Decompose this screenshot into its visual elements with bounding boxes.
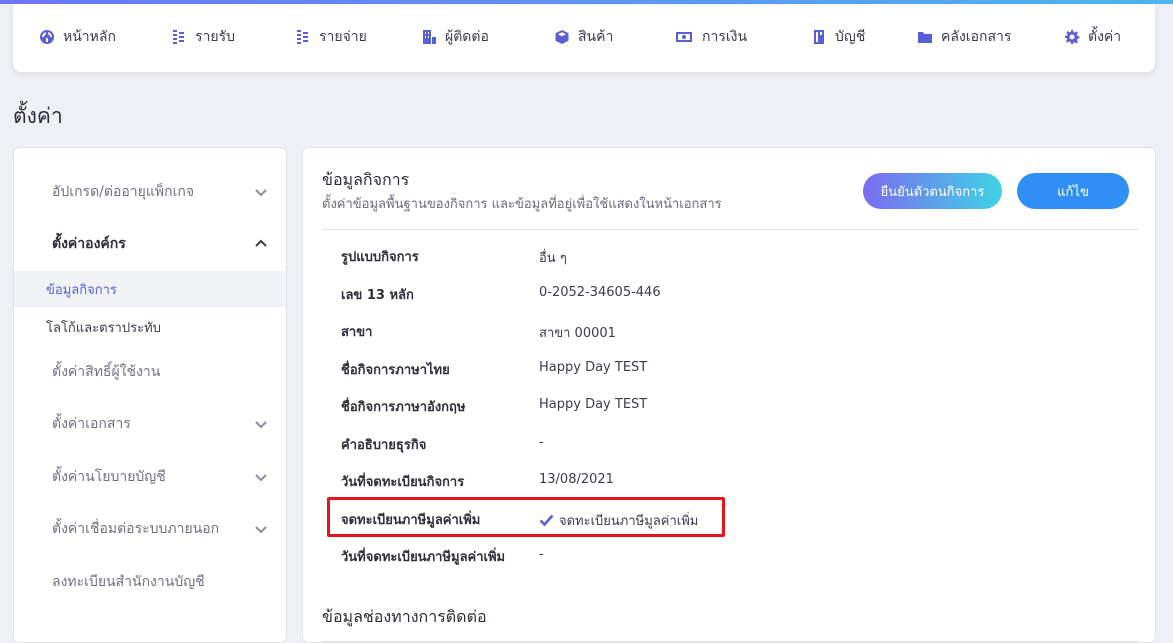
sidebar-group-label: ตั้งค่าสิทธิ์ผู้ใช้งาน: [52, 364, 161, 380]
chevron-down-icon: [255, 189, 267, 197]
nav-label-finance: การเงิน: [702, 29, 748, 45]
field-value-vat-registration-date: -: [539, 547, 544, 562]
folder-icon: [918, 32, 932, 43]
sidebar-group-label: ลงทะเบียนสำนักงานบัญชี: [52, 574, 205, 590]
field-label-vat-registration-date: วันที่จดทะเบียนภาษีมูลค่าเพิ่ม: [341, 550, 506, 565]
sidebar-group-label: อัปเกรด/ต่ออายุแพ็กเกจ: [52, 184, 195, 200]
nav-item-documents[interactable]: คลังเอกสาร: [917, 26, 1011, 48]
expense-coins-icon: [297, 30, 308, 44]
field-value-name-english: Happy Day TEST: [539, 397, 648, 412]
sidebar-group-label: ตั้งค่าองค์กร: [52, 236, 126, 252]
field-value-registration-date: 13/08/2021: [539, 472, 614, 487]
nav-item-finance[interactable]: การเงิน: [674, 26, 747, 48]
sidebar-group-label: ตั้งค่าเชื่อมต่อระบบภายนอก: [52, 521, 220, 537]
vat-status-text: จดทะเบียนภาษีมูลค่าเพิ่ม: [559, 514, 699, 529]
divider: [322, 229, 1138, 230]
field-value-vat-registered: จดทะเบียนภาษีมูลค่าเพิ่ม: [539, 510, 698, 531]
field-label-branch: สาขา: [341, 325, 373, 340]
nav-label-expense: รายจ่าย: [319, 29, 367, 45]
nav-item-contacts[interactable]: ผู้ติดต่อ: [421, 26, 489, 48]
field-label-registration-date: วันที่จดทะเบียนกิจการ: [341, 475, 465, 490]
nav-label-contacts: ผู้ติดต่อ: [445, 29, 489, 45]
field-value-name-thai: Happy Day TEST: [539, 360, 648, 375]
field-label-name-english: ชื่อกิจการภาษาอังกฤษ: [341, 400, 466, 415]
field-label-business-type: รูปแบบกิจการ: [341, 250, 419, 265]
sidebar-group-documents[interactable]: ตั้งค่าเอกสาร: [14, 409, 286, 439]
nav-label-accounting: บัญชี: [835, 29, 866, 45]
page-title: ตั้งค่า: [13, 104, 63, 128]
income-coins-icon: [173, 30, 184, 44]
chevron-down-icon: [255, 421, 267, 429]
divider: [322, 641, 1138, 642]
settings-sidebar: อัปเกรด/ต่ออายุแพ็กเกจ ตั้งค่าองค์กร ข้อ…: [13, 147, 287, 643]
nav-label-settings: ตั้งค่า: [1088, 29, 1122, 45]
gear-icon: [1065, 30, 1080, 44]
field-value-business-description: -: [539, 435, 544, 450]
chevron-down-icon: [255, 526, 267, 534]
sidebar-group-accounting-office[interactable]: ลงทะเบียนสำนักงานบัญชี: [14, 567, 286, 597]
sidebar-group-organization[interactable]: ตั้งค่าองค์กร: [14, 229, 286, 259]
sidebar-item-business-info[interactable]: ข้อมูลกิจการ: [14, 271, 286, 307]
money-icon: [676, 32, 692, 42]
checkmark-icon: [539, 514, 554, 527]
nav-item-settings[interactable]: ตั้งค่า: [1064, 26, 1121, 48]
main-navbar: หน้าหลัก รายรับ รายจ่าย ผู้ติดต่อ สินค้า…: [13, 4, 1155, 72]
sidebar-group-label: ตั้งค่านโยบายบัญชี: [52, 469, 166, 485]
sidebar-group-accounting-policy[interactable]: ตั้งค่านโยบายบัญชี: [14, 462, 286, 492]
box-icon: [555, 30, 569, 44]
sidebar-group-user-permissions[interactable]: ตั้งค่าสิทธิ์ผู้ใช้งาน: [14, 357, 286, 387]
field-label-vat-registered: จดทะเบียนภาษีมูลค่าเพิ่ม: [341, 513, 481, 528]
dashboard-icon: [40, 30, 54, 44]
nav-item-accounting[interactable]: บัญชี: [811, 26, 865, 48]
sidebar-item-logo-stamp[interactable]: โลโก้และตราประทับ: [14, 309, 286, 345]
nav-item-expense[interactable]: รายจ่าย: [295, 26, 367, 48]
sidebar-item-label: ข้อมูลกิจการ: [46, 282, 117, 298]
field-value-tax-id: 0-2052-34605-446: [539, 285, 661, 300]
nav-item-home[interactable]: หน้าหลัก: [39, 26, 116, 48]
nav-label-documents: คลังเอกสาร: [941, 29, 1012, 45]
nav-item-income[interactable]: รายรับ: [171, 26, 235, 48]
section-title: ข้อมูลกิจการ: [322, 170, 410, 189]
field-label-tax-id: เลข 13 หลัก: [341, 288, 414, 303]
field-label-name-thai: ชื่อกิจการภาษาไทย: [341, 363, 450, 378]
business-info-panel: ข้อมูลกิจการ ตั้งค่าข้อมูลพื้นฐานของกิจก…: [302, 147, 1156, 643]
nav-label-home: หน้าหลัก: [63, 29, 116, 45]
contacts-building-icon: [423, 30, 436, 44]
sidebar-group-integrations[interactable]: ตั้งค่าเชื่อมต่อระบบภายนอก: [14, 514, 286, 544]
chevron-up-icon: [255, 239, 267, 247]
chevron-down-icon: [255, 474, 267, 482]
verify-business-button[interactable]: ยืนยันตัวตนกิจการ: [863, 173, 1002, 209]
sidebar-group-upgrade[interactable]: อัปเกรด/ต่ออายุแพ็กเกจ: [14, 177, 286, 207]
nav-label-products: สินค้า: [578, 29, 614, 45]
contact-info-title: ข้อมูลช่องทางการติดต่อ: [322, 607, 487, 626]
ledger-icon: [814, 30, 824, 44]
sidebar-group-label: ตั้งค่าเอกสาร: [52, 416, 131, 432]
field-label-business-description: คำอธิบายธุรกิจ: [341, 438, 427, 453]
section-description: ตั้งค่าข้อมูลพื้นฐานของกิจการ และข้อมูลท…: [322, 197, 722, 212]
nav-label-income: รายรับ: [195, 29, 235, 45]
nav-item-products[interactable]: สินค้า: [554, 26, 613, 48]
field-value-business-type: อื่น ๆ: [539, 251, 567, 266]
edit-button[interactable]: แก้ไข: [1017, 173, 1129, 209]
field-value-branch: สาขา 00001: [539, 326, 616, 341]
sidebar-item-label: โลโก้และตราประทับ: [46, 320, 161, 336]
